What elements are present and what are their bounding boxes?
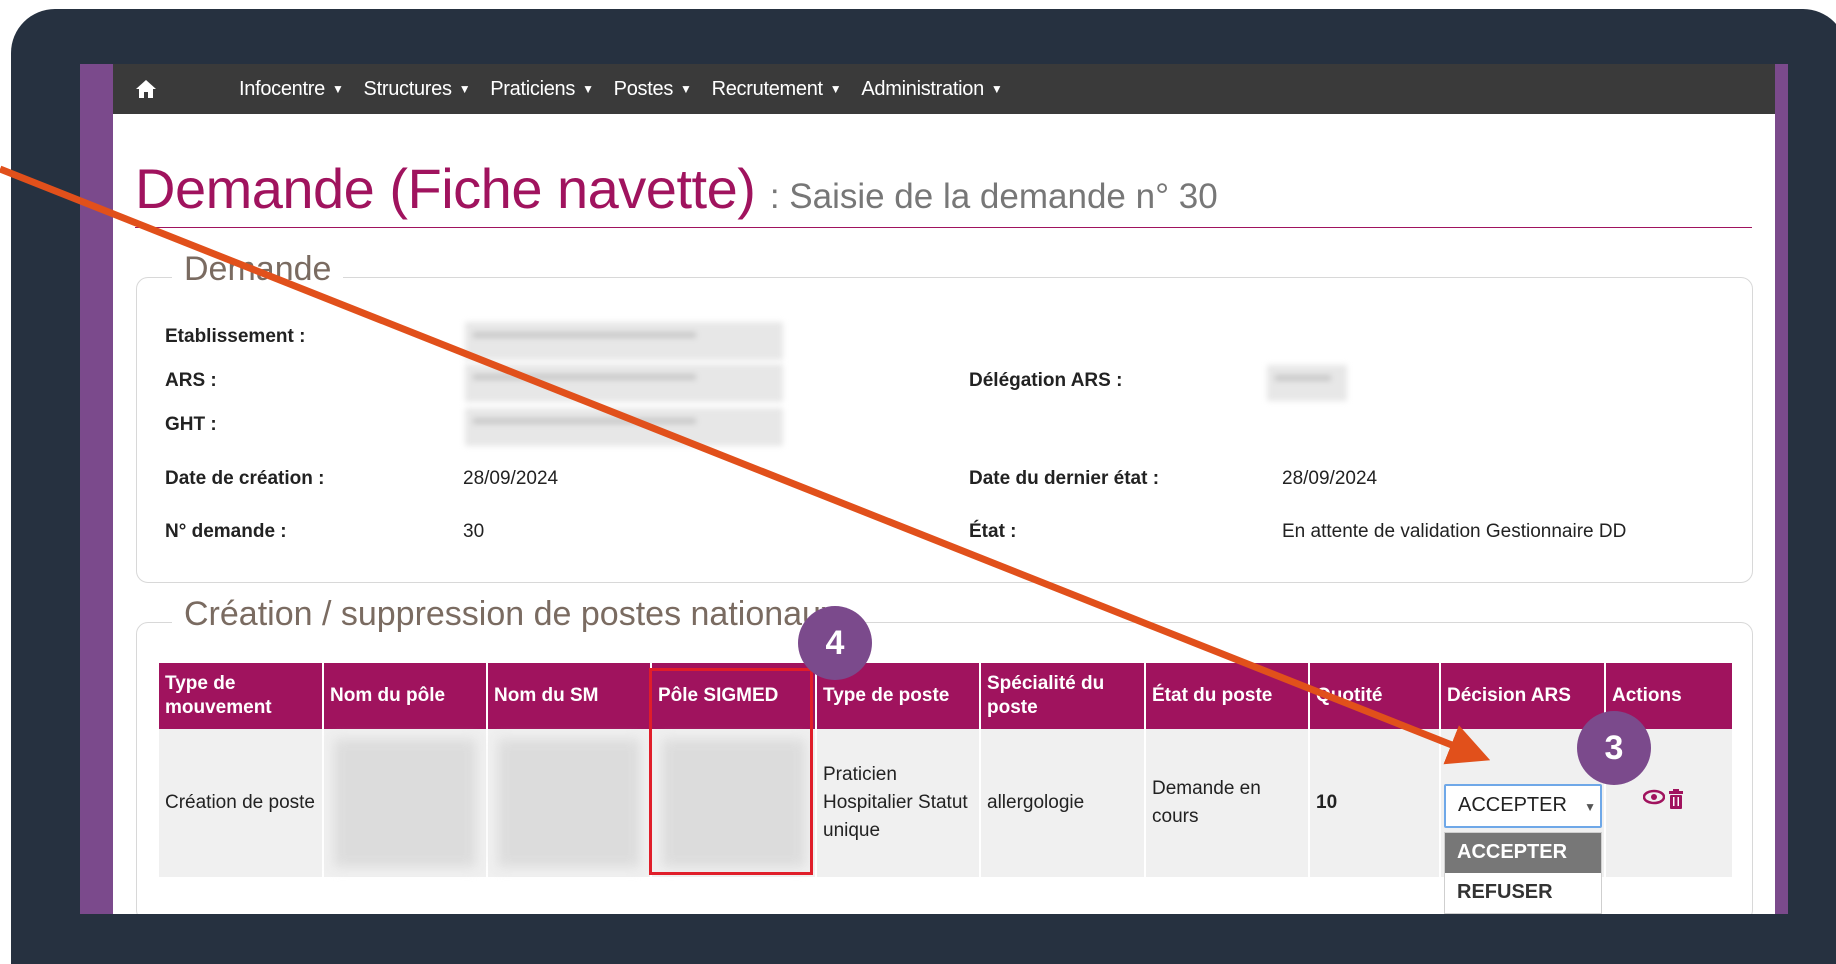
ght-label: GHT : bbox=[165, 414, 217, 435]
postes-legend: Création / suppression de postes nationa… bbox=[172, 595, 850, 634]
dropdown-option-refuser[interactable]: REFUSER bbox=[1445, 873, 1601, 913]
cell-nom-pole-redacted bbox=[323, 729, 488, 877]
nav-item-label: Praticiens bbox=[490, 77, 576, 100]
caret-down-icon: ▼ bbox=[829, 82, 842, 96]
numero-demande-label: N° demande : bbox=[165, 521, 287, 542]
column-header: Spécialité du poste bbox=[980, 663, 1146, 729]
dropdown-option-accepter[interactable]: ACCEPTER bbox=[1445, 833, 1601, 873]
caret-down-icon: ▼ bbox=[331, 82, 344, 96]
caret-down-icon: ▼ bbox=[990, 82, 1003, 96]
numero-demande-value: 30 bbox=[463, 521, 485, 542]
date-dernier-etat-value: 28/09/2024 bbox=[1282, 468, 1378, 489]
nav-item-recrutement[interactable]: Recrutement ▼ bbox=[712, 78, 842, 101]
nav-item-label: Administration bbox=[861, 77, 984, 100]
nav-item-infocentre[interactable]: Infocentre ▼ bbox=[239, 78, 344, 101]
etablissement-value-redacted bbox=[465, 322, 783, 360]
delegation-ars-label: Délégation ARS : bbox=[969, 370, 1123, 391]
etablissement-label: Etablissement : bbox=[165, 326, 306, 347]
cell-type-poste: Praticien Hospitalier Statut unique bbox=[816, 729, 981, 877]
nav-item-praticiens[interactable]: Praticiens ▼ bbox=[490, 77, 594, 101]
decision-selected-value: ACCEPTER bbox=[1458, 794, 1567, 816]
top-navbar: Infocentre ▼ Structures ▼ Praticiens ▼ P… bbox=[113, 64, 1775, 114]
pole-sigmed-highlight bbox=[649, 668, 813, 875]
nav-item-administration[interactable]: Administration ▼ bbox=[861, 78, 1002, 101]
column-header: Nom du pôle bbox=[323, 663, 488, 729]
step-badge-4: 4 bbox=[798, 606, 872, 680]
chevron-down-icon: ▼ bbox=[1584, 800, 1596, 814]
nav-item-label: Recrutement bbox=[711, 77, 824, 100]
date-creation-label: Date de création : bbox=[165, 468, 325, 489]
page-title-main: Demande (Fiche navette) bbox=[135, 157, 756, 220]
nav-item-structures[interactable]: Structures ▼ bbox=[364, 78, 471, 101]
demande-legend: Demande bbox=[172, 250, 344, 289]
cell-etat-poste: Demande en cours bbox=[1145, 729, 1310, 877]
step-badge-3: 3 bbox=[1577, 711, 1651, 785]
column-header: Nom du SM bbox=[487, 663, 652, 729]
caret-down-icon: ▼ bbox=[458, 82, 471, 96]
nav-item-label: Postes bbox=[613, 77, 674, 100]
page-subtitle: : Saisie de la demande n° 30 bbox=[769, 177, 1218, 216]
delegation-ars-value-redacted bbox=[1267, 365, 1347, 401]
column-header: Type de mouvement bbox=[159, 663, 324, 729]
home-icon[interactable] bbox=[135, 79, 157, 99]
cell-quotite: 10 bbox=[1309, 729, 1441, 877]
nav-menu: Infocentre ▼ Structures ▼ Praticiens ▼ P… bbox=[239, 64, 1022, 114]
ars-value-redacted bbox=[465, 364, 783, 402]
etat-value: En attente de validation Gestionnaire DD bbox=[1282, 521, 1627, 542]
table-header-row: Type de mouvement Nom du pôle Nom du SM … bbox=[159, 663, 1734, 729]
eye-icon[interactable] bbox=[1643, 789, 1665, 805]
etat-label: État : bbox=[969, 521, 1017, 542]
caret-down-icon: ▼ bbox=[582, 82, 594, 96]
row-actions bbox=[1643, 789, 1685, 809]
nav-item-label: Infocentre bbox=[239, 77, 325, 100]
decision-ars-select[interactable]: ACCEPTER ▼ bbox=[1444, 784, 1602, 828]
date-creation-value: 28/09/2024 bbox=[463, 468, 559, 489]
column-header: Décision ARS bbox=[1440, 663, 1606, 729]
cell-type-mouvement: Création de poste bbox=[159, 729, 324, 877]
cell-specialite: allergologie bbox=[980, 729, 1146, 877]
ars-label: ARS : bbox=[165, 370, 217, 391]
caret-down-icon: ▼ bbox=[680, 82, 692, 96]
column-header: État du poste bbox=[1145, 663, 1310, 729]
nav-item-postes[interactable]: Postes ▼ bbox=[614, 78, 692, 101]
decision-ars-dropdown: ACCEPTER REFUSER bbox=[1444, 832, 1602, 914]
column-header: Quotité bbox=[1309, 663, 1441, 729]
nav-item-label: Structures bbox=[363, 77, 452, 100]
app-window: Infocentre ▼ Structures ▼ Praticiens ▼ P… bbox=[113, 64, 1775, 914]
page-title: Demande (Fiche navette) : Saisie de la d… bbox=[135, 156, 1752, 228]
trash-icon[interactable] bbox=[1667, 789, 1685, 809]
date-dernier-etat-label: Date du dernier état : bbox=[969, 468, 1160, 489]
cell-nom-sm-redacted bbox=[487, 729, 652, 877]
ght-value-redacted bbox=[465, 408, 783, 446]
